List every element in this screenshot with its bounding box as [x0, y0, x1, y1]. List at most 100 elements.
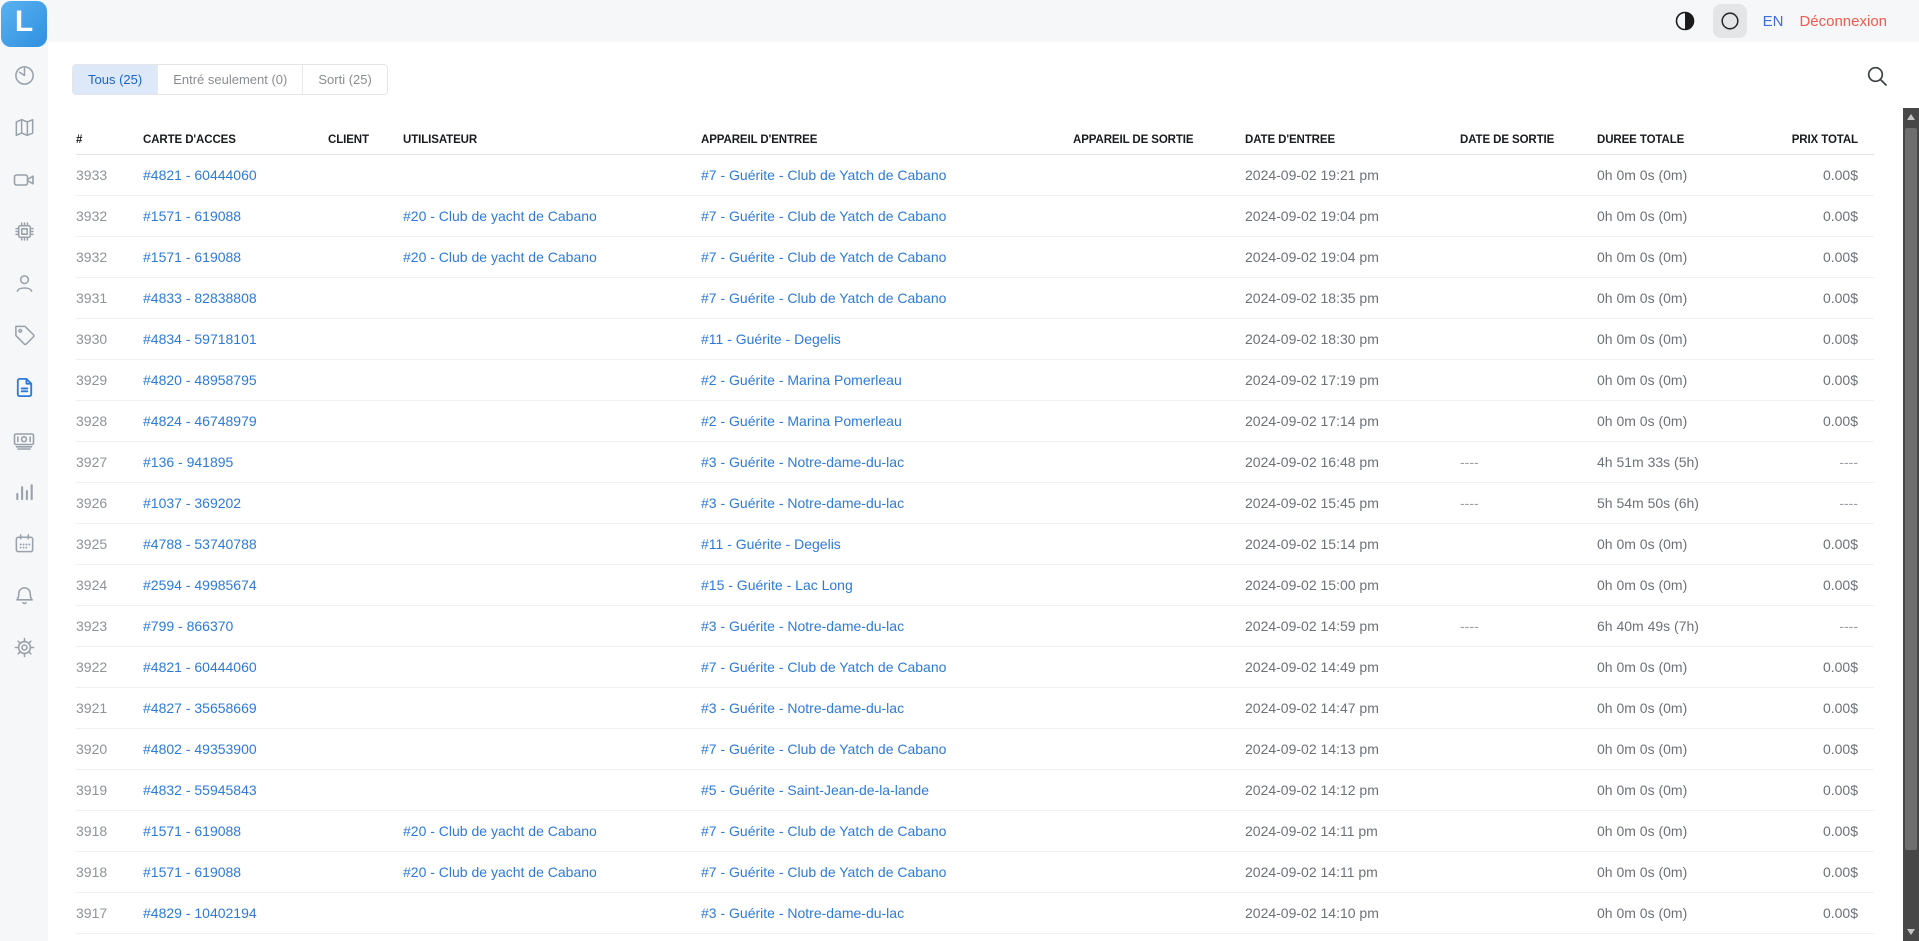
access-card-link[interactable]: #1571 - 619088: [143, 864, 328, 880]
table-row: 3931 #4833 - 82838808 #7 - Guérite - Clu…: [76, 278, 1874, 319]
table-row: 3928 #4824 - 46748979 #2 - Guérite - Mar…: [76, 401, 1874, 442]
table-row: 3924 #2594 - 49985674 #15 - Guérite - La…: [76, 565, 1874, 606]
total-duration-cell: 0h 0m 0s (0m): [1597, 331, 1735, 347]
table-row: 3918 #1571 - 619088 #20 - Club de yacht …: [76, 811, 1874, 852]
entry-device-link[interactable]: #7 - Guérite - Club de Yatch de Cabano: [701, 208, 1073, 224]
access-card-link[interactable]: #4821 - 60444060: [143, 167, 328, 183]
app-logo[interactable]: L: [1, 1, 47, 47]
entry-device-link[interactable]: #7 - Guérite - Club de Yatch de Cabano: [701, 167, 1073, 183]
entry-date-cell: 2024-09-02 17:19 pm: [1245, 372, 1460, 388]
col-header-carte: CARTE D'ACCÈS: [143, 134, 328, 146]
entry-device-link[interactable]: #15 - Guérite - Lac Long: [701, 577, 1073, 593]
entry-device-link[interactable]: #7 - Guérite - Club de Yatch de Cabano: [701, 741, 1073, 757]
contrast-icon[interactable]: [1673, 9, 1697, 33]
access-card-link[interactable]: #136 - 941895: [143, 454, 328, 470]
total-duration-cell: 5h 54m 50s (6h): [1597, 495, 1735, 511]
document-icon: [13, 376, 36, 404]
total-price-cell: ----: [1735, 454, 1858, 470]
row-number: 3920: [76, 741, 143, 757]
entry-device-link[interactable]: #7 - Guérite - Club de Yatch de Cabano: [701, 659, 1073, 675]
entry-date-cell: 2024-09-02 15:45 pm: [1245, 495, 1460, 511]
entry-device-link[interactable]: #2 - Guérite - Marina Pomerleau: [701, 372, 1073, 388]
access-card-link[interactable]: #4821 - 60444060: [143, 659, 328, 675]
sidebar: [0, 42, 48, 941]
total-price-cell: 0.00$: [1735, 413, 1858, 429]
scroll-down-arrow-icon[interactable]: [1907, 929, 1915, 935]
total-price-cell: 0.00$: [1735, 249, 1858, 265]
access-card-link[interactable]: #4802 - 49353900: [143, 741, 328, 757]
circle-icon[interactable]: [1713, 4, 1747, 38]
entry-date-cell: 2024-09-02 19:04 pm: [1245, 208, 1460, 224]
access-card-link[interactable]: #1571 - 619088: [143, 249, 328, 265]
access-card-link[interactable]: #4827 - 35658669: [143, 700, 328, 716]
entry-date-cell: 2024-09-02 14:59 pm: [1245, 618, 1460, 634]
tab-entre-seulement[interactable]: Entré seulement (0): [157, 65, 302, 94]
entry-device-link[interactable]: #3 - Guérite - Notre-dame-du-lac: [701, 618, 1073, 634]
row-number: 3932: [76, 208, 143, 224]
bell-icon: [13, 584, 36, 612]
access-card-link[interactable]: #4820 - 48958795: [143, 372, 328, 388]
user-link[interactable]: #20 - Club de yacht de Cabano: [403, 864, 701, 880]
sidebar-item-clock[interactable]: [0, 52, 48, 104]
sidebar-item-settings[interactable]: [0, 624, 48, 676]
entry-device-link[interactable]: #11 - Guérite - Degelis: [701, 536, 1073, 552]
exit-date-cell: ----: [1460, 454, 1597, 470]
access-card-link[interactable]: #799 - 866370: [143, 618, 328, 634]
row-number: 3927: [76, 454, 143, 470]
sidebar-item-map[interactable]: [0, 104, 48, 156]
access-card-link[interactable]: #1571 - 619088: [143, 208, 328, 224]
entry-device-link[interactable]: #7 - Guérite - Club de Yatch de Cabano: [701, 290, 1073, 306]
entry-device-link[interactable]: #7 - Guérite - Club de Yatch de Cabano: [701, 823, 1073, 839]
language-switch[interactable]: EN: [1763, 13, 1784, 30]
table-row: 3921 #4827 - 35658669 #3 - Guérite - Not…: [76, 688, 1874, 729]
access-card-link[interactable]: #4832 - 55945843: [143, 782, 328, 798]
search-icon[interactable]: [1865, 64, 1889, 91]
clock-icon: [13, 64, 36, 92]
access-card-link[interactable]: #2594 - 49985674: [143, 577, 328, 593]
logout-link[interactable]: Déconnexion: [1799, 13, 1887, 30]
entry-device-link[interactable]: #7 - Guérite - Club de Yatch de Cabano: [701, 864, 1073, 880]
sidebar-item-statistics[interactable]: [0, 468, 48, 520]
sidebar-item-cameras[interactable]: [0, 156, 48, 208]
entry-device-link[interactable]: #2 - Guérite - Marina Pomerleau: [701, 413, 1073, 429]
scrollbar-thumb[interactable]: [1905, 128, 1917, 850]
sidebar-item-devices[interactable]: [0, 208, 48, 260]
access-card-link[interactable]: #1571 - 619088: [143, 823, 328, 839]
access-card-link[interactable]: #4824 - 46748979: [143, 413, 328, 429]
table-row: 3927 #136 - 941895 #3 - Guérite - Notre-…: [76, 442, 1874, 483]
sidebar-item-payments[interactable]: [0, 416, 48, 468]
sidebar-item-users[interactable]: [0, 260, 48, 312]
access-card-link[interactable]: #4834 - 59718101: [143, 331, 328, 347]
row-number: 3917: [76, 905, 143, 921]
table-row: 3918 #1571 - 619088 #20 - Club de yacht …: [76, 852, 1874, 893]
user-link[interactable]: #20 - Club de yacht de Cabano: [403, 208, 701, 224]
vertical-scrollbar[interactable]: [1903, 108, 1919, 941]
entry-device-link[interactable]: #11 - Guérite - Degelis: [701, 331, 1073, 347]
entry-device-link[interactable]: #3 - Guérite - Notre-dame-du-lac: [701, 700, 1073, 716]
user-link[interactable]: #20 - Club de yacht de Cabano: [403, 823, 701, 839]
tab-tous[interactable]: Tous (25): [73, 65, 157, 94]
sidebar-item-notifications[interactable]: [0, 572, 48, 624]
entry-device-link[interactable]: #5 - Guérite - Saint-Jean-de-la-lande: [701, 782, 1073, 798]
entry-device-link[interactable]: #7 - Guérite - Club de Yatch de Cabano: [701, 249, 1073, 265]
scroll-up-arrow-icon[interactable]: [1907, 114, 1915, 120]
sidebar-item-reports[interactable]: [0, 364, 48, 416]
access-card-link[interactable]: #4829 - 10402194: [143, 905, 328, 921]
access-card-link[interactable]: #1037 - 369202: [143, 495, 328, 511]
total-price-cell: 0.00$: [1735, 536, 1858, 552]
sidebar-item-calendar[interactable]: [0, 520, 48, 572]
entry-device-link[interactable]: #3 - Guérite - Notre-dame-du-lac: [701, 495, 1073, 511]
sidebar-item-tags[interactable]: [0, 312, 48, 364]
tab-sorti[interactable]: Sorti (25): [302, 65, 386, 94]
entry-device-link[interactable]: #3 - Guérite - Notre-dame-du-lac: [701, 454, 1073, 470]
user-link[interactable]: #20 - Club de yacht de Cabano: [403, 249, 701, 265]
main-content: Tous (25) Entré seulement (0) Sorti (25)…: [48, 42, 1919, 941]
access-card-link[interactable]: #4833 - 82838808: [143, 290, 328, 306]
entry-device-link[interactable]: #3 - Guérite - Notre-dame-du-lac: [701, 905, 1073, 921]
total-duration-cell: 0h 0m 0s (0m): [1597, 167, 1735, 183]
total-duration-cell: 0h 0m 0s (0m): [1597, 864, 1735, 880]
user-icon: [13, 272, 36, 300]
entry-date-cell: 2024-09-02 14:13 pm: [1245, 741, 1460, 757]
entry-date-cell: 2024-09-02 14:12 pm: [1245, 782, 1460, 798]
access-card-link[interactable]: #4788 - 53740788: [143, 536, 328, 552]
